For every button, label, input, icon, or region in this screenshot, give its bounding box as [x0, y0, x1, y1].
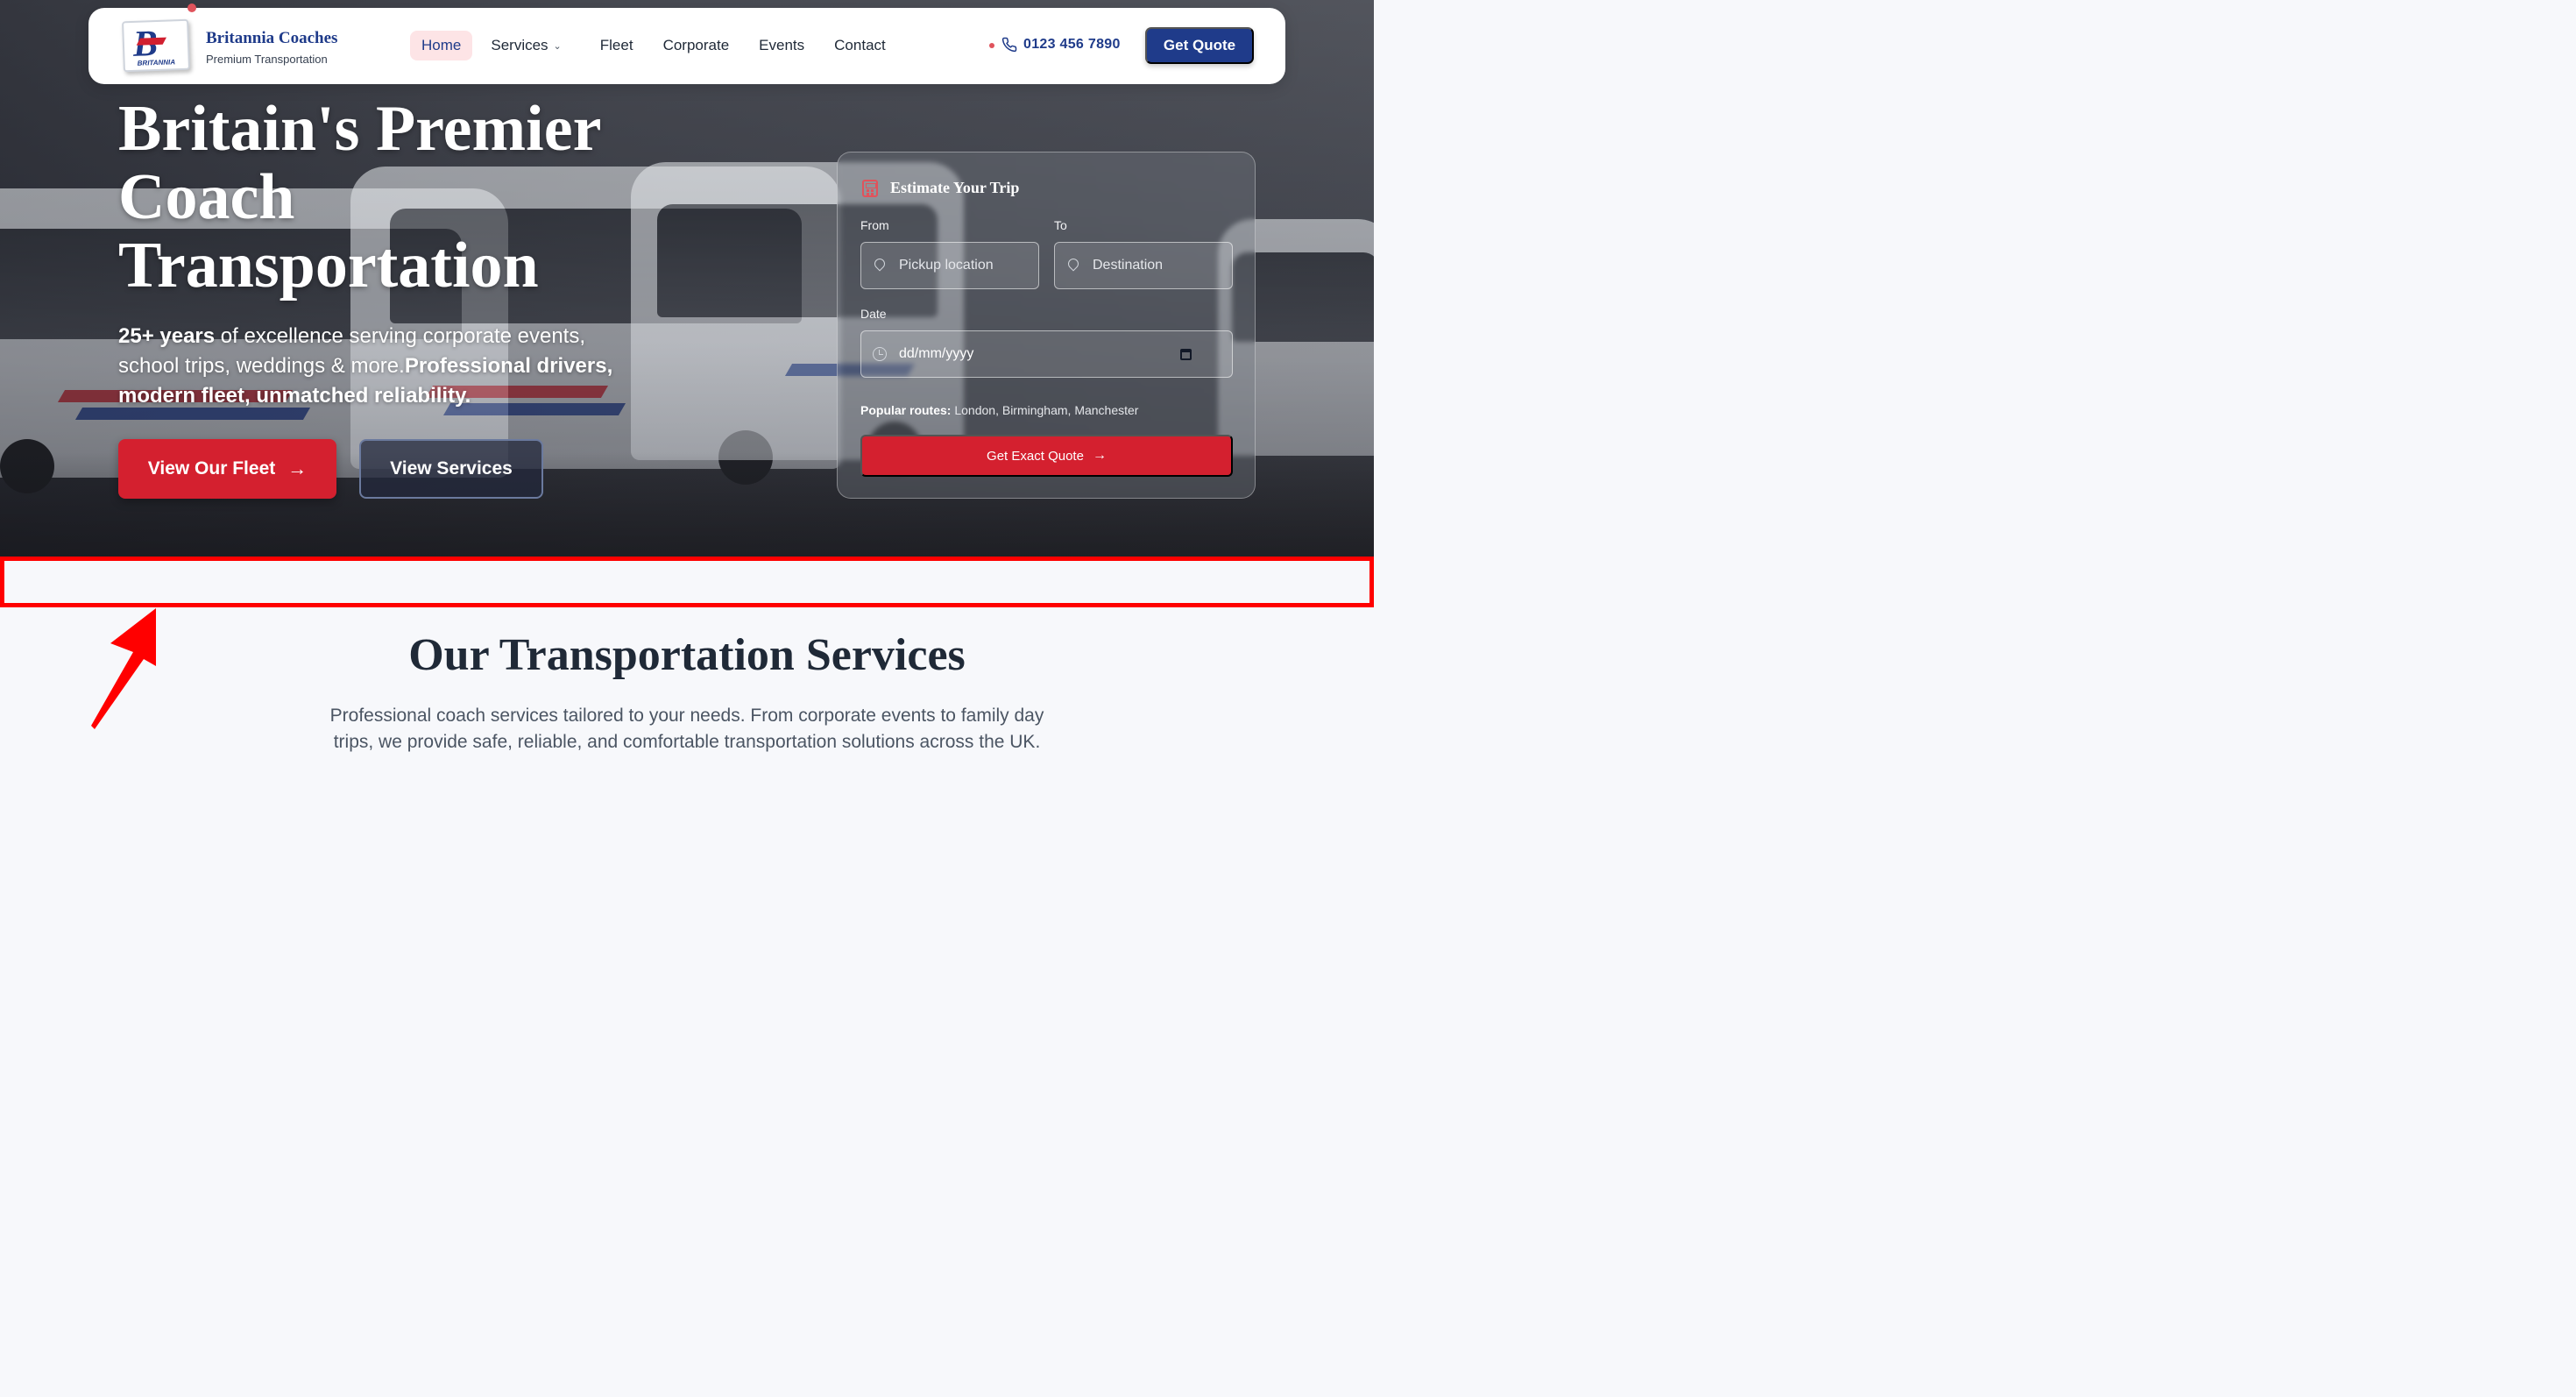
brand-name[interactable]: Britannia Coaches: [206, 29, 337, 48]
view-fleet-button[interactable]: View Our Fleet →: [118, 439, 336, 499]
calendar-icon[interactable]: [1180, 349, 1192, 360]
clock-icon: [873, 347, 887, 361]
view-services-button[interactable]: View Services: [359, 439, 543, 499]
nav-link-home[interactable]: Home: [410, 31, 473, 60]
from-label: From: [860, 218, 889, 232]
date-input[interactable]: dd/mm/yyyy: [860, 330, 1233, 378]
get-exact-quote-button[interactable]: Get Exact Quote →: [860, 435, 1233, 477]
brand-tagline: Premium Transportation: [206, 53, 328, 66]
view-fleet-label: View Our Fleet: [147, 458, 276, 479]
hero-title: Britain's Premier Coach Transportation: [118, 93, 601, 301]
notification-dot: [188, 4, 196, 12]
popular-routes-value: London, Birmingham, Manchester: [951, 403, 1139, 417]
status-dot: [989, 43, 994, 48]
services-section-description: Professional coach services tailored to …: [329, 706, 1044, 752]
nav-link-contact[interactable]: Contact: [823, 31, 897, 60]
arrow-right-icon: →: [1092, 448, 1107, 463]
popular-routes: Popular routes: London, Birmingham, Manc…: [860, 403, 1138, 417]
date-placeholder: dd/mm/yyyy: [899, 346, 974, 361]
hero-subtitle: 25+ years of excellence serving corporat…: [118, 322, 644, 411]
brand-logo[interactable]: B BRITANNIA: [122, 18, 190, 73]
main-nav: Home Services ⌄ Fleet Corporate Events C…: [410, 31, 904, 60]
map-pin-icon: [1066, 259, 1080, 273]
get-exact-quote-label: Get Exact Quote: [987, 448, 1084, 464]
get-quote-button[interactable]: Get Quote: [1145, 27, 1254, 64]
arrow-right-icon: →: [287, 457, 308, 479]
nav-link-fleet[interactable]: Fleet: [589, 31, 645, 60]
from-input[interactable]: Pickup location: [860, 242, 1039, 289]
logo-text: BRITANNIA: [137, 58, 176, 67]
popular-routes-label: Popular routes:: [860, 403, 952, 417]
estimate-trip-card: Estimate Your Trip From Pickup location …: [837, 152, 1256, 499]
date-label: Date: [860, 307, 887, 321]
to-label: To: [1054, 218, 1067, 232]
nav-link-events[interactable]: Events: [747, 31, 816, 60]
map-pin-icon: [873, 259, 887, 273]
phone-icon: [1001, 37, 1017, 53]
nav-link-services[interactable]: Services ⌄: [479, 31, 572, 60]
nav-link-corporate[interactable]: Corporate: [652, 31, 741, 60]
nav-link-services-label: Services: [491, 37, 548, 53]
to-placeholder: Destination: [1093, 258, 1164, 273]
from-placeholder: Pickup location: [899, 258, 994, 273]
services-section-title: Our Transportation Services: [408, 630, 966, 680]
calculator-icon: [862, 180, 878, 197]
hero-subtitle-highlight: 25+ years: [118, 324, 216, 348]
to-input[interactable]: Destination: [1054, 242, 1233, 289]
highlight-box: [0, 557, 1374, 607]
top-navbar: B BRITANNIA Britannia Coaches Premium Tr…: [88, 4, 1285, 84]
estimate-title: Estimate Your Trip: [890, 179, 1020, 196]
phone-link[interactable]: 0123 456 7890: [1023, 37, 1121, 53]
chevron-down-icon: ⌄: [553, 40, 562, 52]
